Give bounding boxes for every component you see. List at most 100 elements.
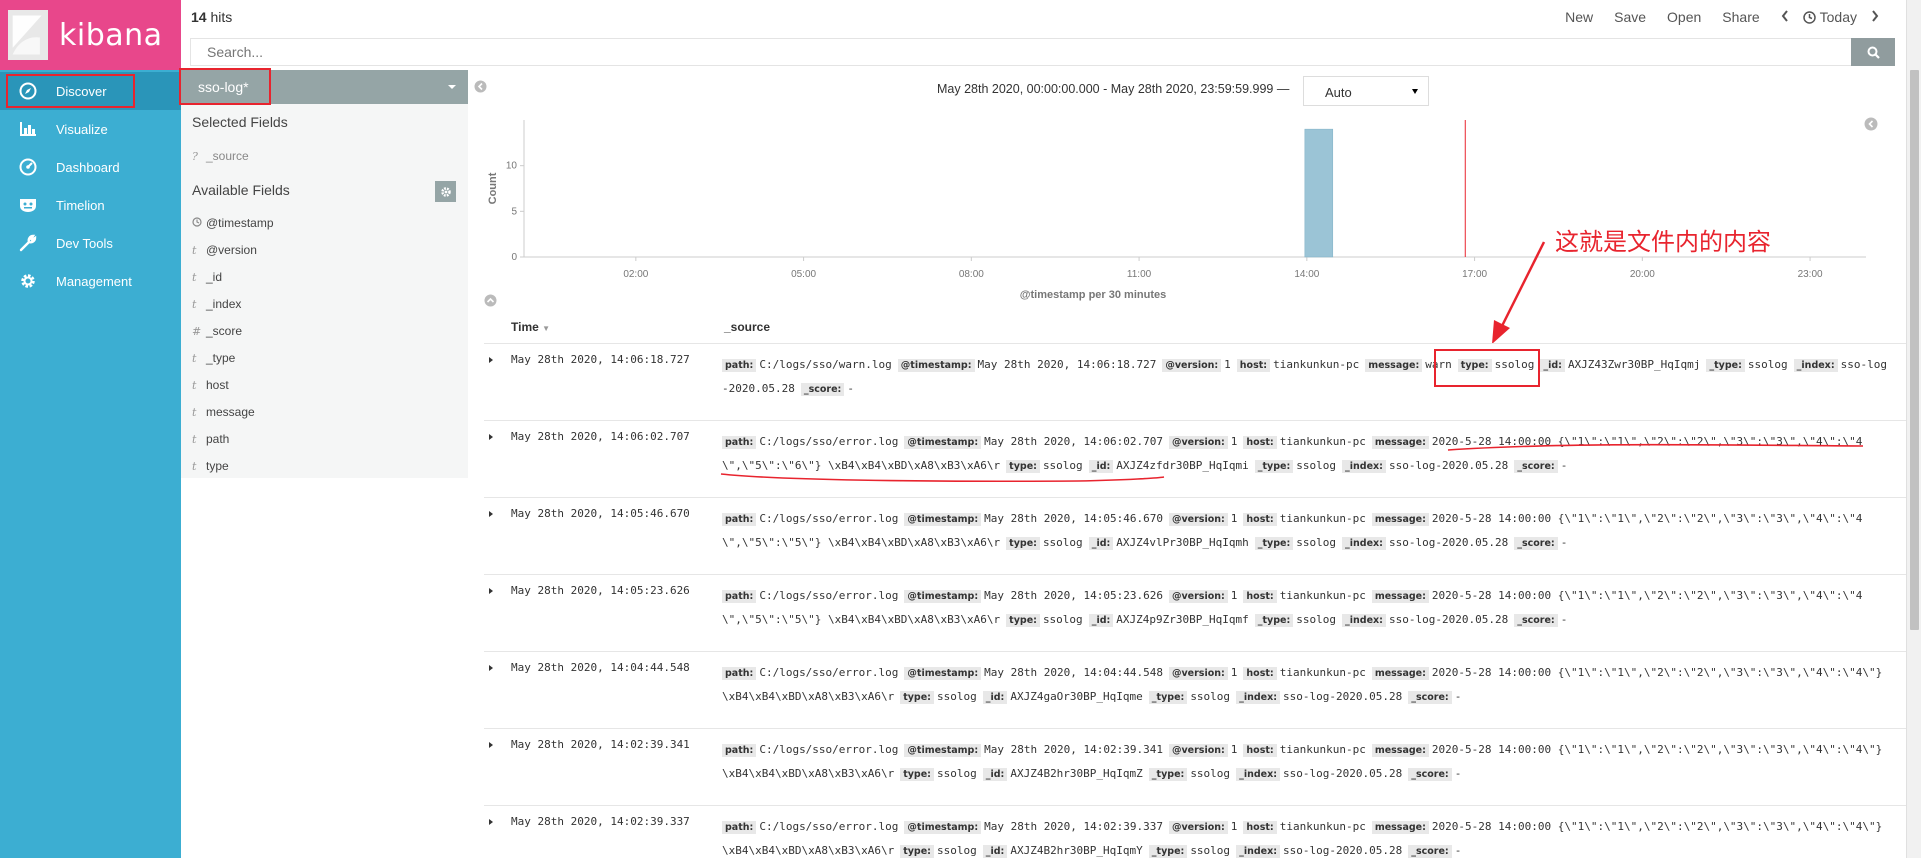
source-field-value: ssolog — [936, 844, 977, 857]
source-field-value: ssolog — [1042, 536, 1083, 549]
search-input[interactable] — [190, 38, 1852, 66]
field-name: @timestamp — [206, 216, 274, 230]
chevron-right-icon — [1872, 10, 1879, 22]
source-field-key: message: — [1371, 744, 1429, 757]
expand-row-icon[interactable] — [489, 434, 493, 440]
table-row[interactable]: May 28th 2020, 14:05:23.626 path: C:/logs/… — [484, 575, 1906, 652]
time-back-button[interactable] — [1781, 9, 1789, 25]
source-field-key: type: — [1006, 614, 1040, 627]
field-item-timestamp[interactable]: @timestamp — [192, 216, 274, 230]
field-item-host[interactable]: t host — [192, 378, 229, 392]
field-item-path[interactable]: t path — [192, 432, 229, 446]
nav-label-visualize: Visualize — [56, 121, 108, 137]
expand-row-icon[interactable] — [489, 819, 493, 825]
page-scrollbar[interactable] — [1906, 0, 1921, 858]
time-column-header[interactable]: Time ▼ — [511, 320, 550, 334]
source-field-key: message: — [1371, 821, 1429, 834]
source-field-key: _index: — [1236, 768, 1281, 781]
field-item-type[interactable]: t type — [192, 459, 229, 473]
source-field-key: path: — [722, 359, 757, 372]
open-link[interactable]: Open — [1667, 9, 1701, 25]
source-field-key: _type: — [1254, 537, 1294, 550]
expand-row-icon[interactable] — [489, 357, 493, 363]
source-field-value: AXJZ4p9Zr30BP_HqIqmf — [1116, 613, 1249, 626]
source-field-key: _type: — [1706, 359, 1745, 372]
nav-item-dashboard[interactable]: Dashboard — [0, 148, 181, 186]
field-item-id[interactable]: t _id — [192, 270, 222, 284]
kibana-logo[interactable]: kibana — [0, 0, 181, 70]
row-time: May 28th 2020, 14:06:02.707 — [511, 430, 690, 443]
field-item-index[interactable]: t _index — [192, 297, 241, 311]
share-link[interactable]: Share — [1722, 9, 1759, 25]
source-field-value: May 28th 2020, 14:06:18.727 — [977, 358, 1157, 371]
bar-chart-icon — [0, 121, 56, 137]
x-tick-label: 14:00 — [1294, 269, 1319, 280]
collapse-sidebar-icon[interactable] — [474, 80, 487, 93]
field-item-message[interactable]: t message — [192, 405, 255, 419]
source-field-value: May 28th 2020, 14:05:23.626 — [984, 589, 1163, 602]
field-settings-button[interactable] — [435, 181, 456, 202]
field-item-score[interactable]: # _score — [192, 324, 242, 338]
nav-item-visualize[interactable]: Visualize — [0, 110, 181, 148]
expand-row-icon[interactable] — [489, 665, 493, 671]
time-picker-button[interactable]: Today — [1802, 9, 1857, 25]
source-field-value: AXJZ4B2hr30BP_HqIqmZ — [1010, 767, 1143, 780]
nav-item-management[interactable]: Management — [0, 262, 181, 300]
source-field-value: sso-log-2020.05.28 — [1283, 844, 1403, 857]
source-field-value: AXJZ43Zwr30BP_HqIqmj — [1567, 358, 1701, 371]
expand-row-icon[interactable] — [489, 742, 493, 748]
interval-select[interactable]: Auto — [1303, 76, 1429, 106]
table-row[interactable]: May 28th 2020, 14:04:44.548 path: C:/logs/… — [484, 652, 1906, 729]
expand-row-icon[interactable] — [489, 511, 493, 517]
new-link[interactable]: New — [1565, 9, 1593, 25]
field-item-version[interactable]: t @version — [192, 243, 257, 257]
source-field-key: path: — [722, 590, 757, 603]
x-tick-label: 05:00 — [791, 269, 816, 280]
source-field-key: _score: — [800, 383, 845, 396]
source-field-value: ssolog — [1190, 690, 1231, 703]
row-source: path: C:/logs/sso/error.log @timestamp: May… — [722, 738, 1892, 786]
scrollbar-thumb[interactable] — [1910, 70, 1919, 630]
save-link[interactable]: Save — [1614, 9, 1646, 25]
available-fields-title: Available Fields — [192, 182, 290, 198]
search-button[interactable] — [1851, 38, 1895, 66]
nav-item-dev-tools[interactable]: Dev Tools — [0, 224, 181, 262]
field-item-type-meta[interactable]: t _type — [192, 351, 235, 365]
interval-value: Auto — [1325, 85, 1352, 100]
source-field-key: message: — [1371, 513, 1429, 526]
source-field-key: @timestamp: — [904, 744, 982, 757]
source-field-key: message: — [1365, 359, 1423, 372]
table-row[interactable]: May 28th 2020, 14:02:39.341 path: C:/logs/… — [484, 729, 1906, 806]
table-row[interactable]: May 28th 2020, 14:02:39.337 path: C:/logs/… — [484, 806, 1906, 858]
source-field-key: _index: — [1236, 691, 1281, 704]
selected-field-source[interactable]: ? _source — [192, 149, 249, 163]
source-field-key: host: — [1243, 513, 1277, 526]
source-field-key: _id: — [1088, 614, 1114, 627]
nav-item-timelion[interactable]: Timelion — [0, 186, 181, 224]
row-time: May 28th 2020, 14:05:46.670 — [511, 507, 690, 520]
nav-item-discover[interactable]: Discover — [0, 72, 181, 110]
source-field-key: @timestamp: — [904, 513, 982, 526]
source-field-value: tiankunkun-pc — [1279, 666, 1366, 679]
sort-down-icon: ▼ — [542, 324, 551, 333]
source-field-key: host: — [1243, 821, 1277, 834]
source-field-value: - — [1560, 536, 1568, 549]
row-source: path: C:/logs/sso/warn.log @timestamp: May … — [722, 353, 1892, 401]
source-field-value: sso-log-2020.05.28 — [1388, 536, 1509, 549]
string-type-icon: t — [192, 297, 197, 311]
row-source: path: C:/logs/sso/error.log @timestamp: May… — [722, 815, 1892, 858]
nav-label-dev-tools: Dev Tools — [56, 235, 113, 251]
source-field-value: AXJZ4B2hr30BP_HqIqmY — [1010, 844, 1143, 857]
source-field-key: _score: — [1408, 845, 1452, 858]
expand-row-icon[interactable] — [489, 588, 493, 594]
date-range-label: May 28th 2020, 00:00:00.000 - May 28th 2… — [937, 82, 1290, 96]
source-field-value: - — [1454, 767, 1462, 780]
x-tick-label: 17:00 — [1462, 269, 1487, 280]
time-forward-button[interactable] — [1871, 9, 1879, 25]
source-field-value: ssolog — [1296, 613, 1337, 626]
gear-icon — [0, 272, 56, 290]
time-column-label: Time — [511, 320, 539, 334]
table-row[interactable]: May 28th 2020, 14:06:18.727 path: C:/logs/… — [484, 344, 1906, 421]
table-row[interactable]: May 28th 2020, 14:05:46.670 path: C:/logs/… — [484, 498, 1906, 575]
source-field-key: @version: — [1168, 744, 1228, 757]
